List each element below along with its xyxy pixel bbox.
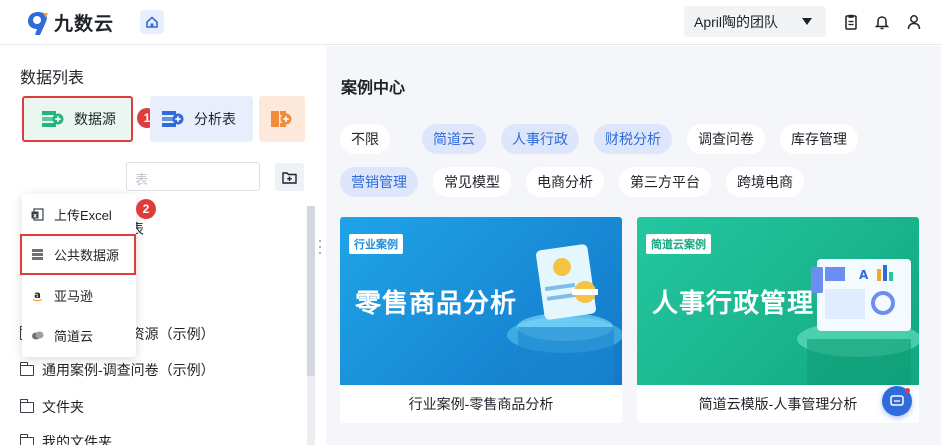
datasource-icon bbox=[42, 111, 64, 127]
scrollbar-thumb[interactable] bbox=[307, 206, 315, 376]
tab-analysis-label: 分析表 bbox=[194, 111, 236, 127]
analysis-table-icon bbox=[162, 111, 184, 127]
amazon-icon: a bbox=[31, 289, 44, 302]
menu-item-public-datasource[interactable]: 公共数据源 bbox=[20, 234, 136, 275]
tab-more[interactable] bbox=[259, 96, 305, 142]
top-header: 九数云 April陶的团队 bbox=[0, 0, 941, 45]
menu-item-upload-excel[interactable]: x 上传Excel bbox=[22, 194, 136, 234]
tag-filter[interactable]: 简道云 bbox=[422, 124, 486, 154]
tree-item[interactable]: 通用案例-调查问卷（示例） bbox=[19, 360, 215, 380]
tab-analysis[interactable]: 分析表 bbox=[150, 96, 253, 142]
folder-icon bbox=[19, 433, 34, 445]
orange-table-icon bbox=[271, 111, 292, 127]
add-folder-button[interactable] bbox=[275, 163, 304, 191]
case-headline: 人事行政管理 bbox=[652, 289, 815, 319]
menu-item-label: 公共数据源 bbox=[54, 248, 120, 263]
folder-plus-icon bbox=[282, 171, 297, 184]
notification-dot bbox=[905, 388, 910, 393]
panel-resize-handle[interactable] bbox=[319, 240, 322, 254]
tab-datasource[interactable]: 数据源 bbox=[22, 96, 133, 142]
data-list-panel: 数据列表 数据源 1 分析表 表 表 通用案例-调查问卷（示例） 文件夹 我的文… bbox=[0, 46, 315, 445]
case-card[interactable]: A 简道云案例 人事行政管理 简道云模版-人事管理分析 bbox=[637, 217, 919, 423]
caret-down-icon bbox=[802, 18, 812, 25]
excel-icon: x bbox=[31, 207, 44, 221]
menu-item-label: 简道云 bbox=[54, 328, 94, 344]
bell-icon[interactable] bbox=[874, 13, 890, 31]
folder-icon bbox=[19, 361, 34, 376]
tag-filter[interactable]: 常见模型 bbox=[433, 167, 511, 197]
case-caption: 行业案例-零售商品分析 bbox=[408, 396, 554, 412]
case-center-panel: 案例中心 不限 简道云 人事行政 财税分析 调查问卷 库存管理 营销管理 常见模… bbox=[326, 46, 941, 445]
panel-title: 数据列表 bbox=[20, 70, 85, 87]
case-badge: 简道云案例 bbox=[646, 234, 711, 254]
tab-datasource-label: 数据源 bbox=[74, 111, 116, 127]
home-button[interactable] bbox=[140, 10, 164, 34]
database-icon bbox=[31, 248, 44, 261]
step-badge-2: 2 bbox=[136, 199, 156, 219]
search-input[interactable]: 表 bbox=[126, 162, 260, 191]
case-caption: 简道云模版-人事管理分析 bbox=[698, 396, 858, 412]
tag-filter[interactable]: 营销管理 bbox=[340, 167, 418, 197]
tag-filter[interactable]: 电商分析 bbox=[526, 167, 604, 197]
tag-filter[interactable]: 第三方平台 bbox=[619, 167, 711, 197]
team-select[interactable]: April陶的团队 bbox=[684, 6, 826, 37]
chat-icon bbox=[890, 395, 904, 406]
home-icon bbox=[146, 16, 158, 28]
tree-item-label: 我的文件夹 bbox=[42, 434, 112, 445]
tree-item-label: 通用案例-调查问卷（示例） bbox=[42, 362, 215, 378]
menu-item-label: 上传Excel bbox=[54, 207, 112, 223]
tag-filter[interactable]: 调查问卷 bbox=[687, 124, 765, 154]
tree-item[interactable]: 我的文件夹 bbox=[19, 432, 112, 445]
logo-icon bbox=[28, 11, 48, 35]
clipboard-icon[interactable] bbox=[843, 13, 859, 31]
app-logo[interactable]: 九数云 bbox=[26, 9, 114, 36]
svg-text:A: A bbox=[859, 268, 869, 282]
jiandaoyun-icon bbox=[31, 329, 44, 342]
svg-text:x: x bbox=[33, 212, 37, 219]
tag-filter[interactable]: 库存管理 bbox=[780, 124, 858, 154]
menu-item-label: 亚马逊 bbox=[54, 288, 94, 304]
tree-item[interactable]: 文件夹 bbox=[19, 397, 84, 417]
tree-item-label: 文件夹 bbox=[42, 399, 84, 415]
case-headline: 零售商品分析 bbox=[355, 289, 518, 319]
menu-item-amazon[interactable]: a 亚马逊 bbox=[22, 275, 136, 315]
tag-filter[interactable]: 不限 bbox=[340, 124, 390, 154]
app-name: 九数云 bbox=[54, 13, 115, 35]
svg-text:a: a bbox=[34, 290, 41, 301]
tag-filter[interactable]: 财税分析 bbox=[594, 124, 672, 154]
case-card[interactable]: 行业案例 零售商品分析 行业案例-零售商品分析 bbox=[340, 217, 622, 423]
page-title: 案例中心 bbox=[341, 80, 406, 97]
menu-item-jiandaoyun[interactable]: 简道云 bbox=[22, 315, 136, 355]
team-name: April陶的团队 bbox=[694, 13, 779, 30]
case-badge: 行业案例 bbox=[349, 234, 403, 254]
datasource-dropdown-menu: x 上传Excel 公共数据源 a 亚马逊 简道云 bbox=[20, 194, 136, 357]
tag-filter[interactable]: 跨境电商 bbox=[726, 167, 804, 197]
user-icon[interactable] bbox=[906, 13, 922, 31]
tag-filter[interactable]: 人事行政 bbox=[501, 124, 579, 154]
folder-icon bbox=[19, 398, 34, 413]
